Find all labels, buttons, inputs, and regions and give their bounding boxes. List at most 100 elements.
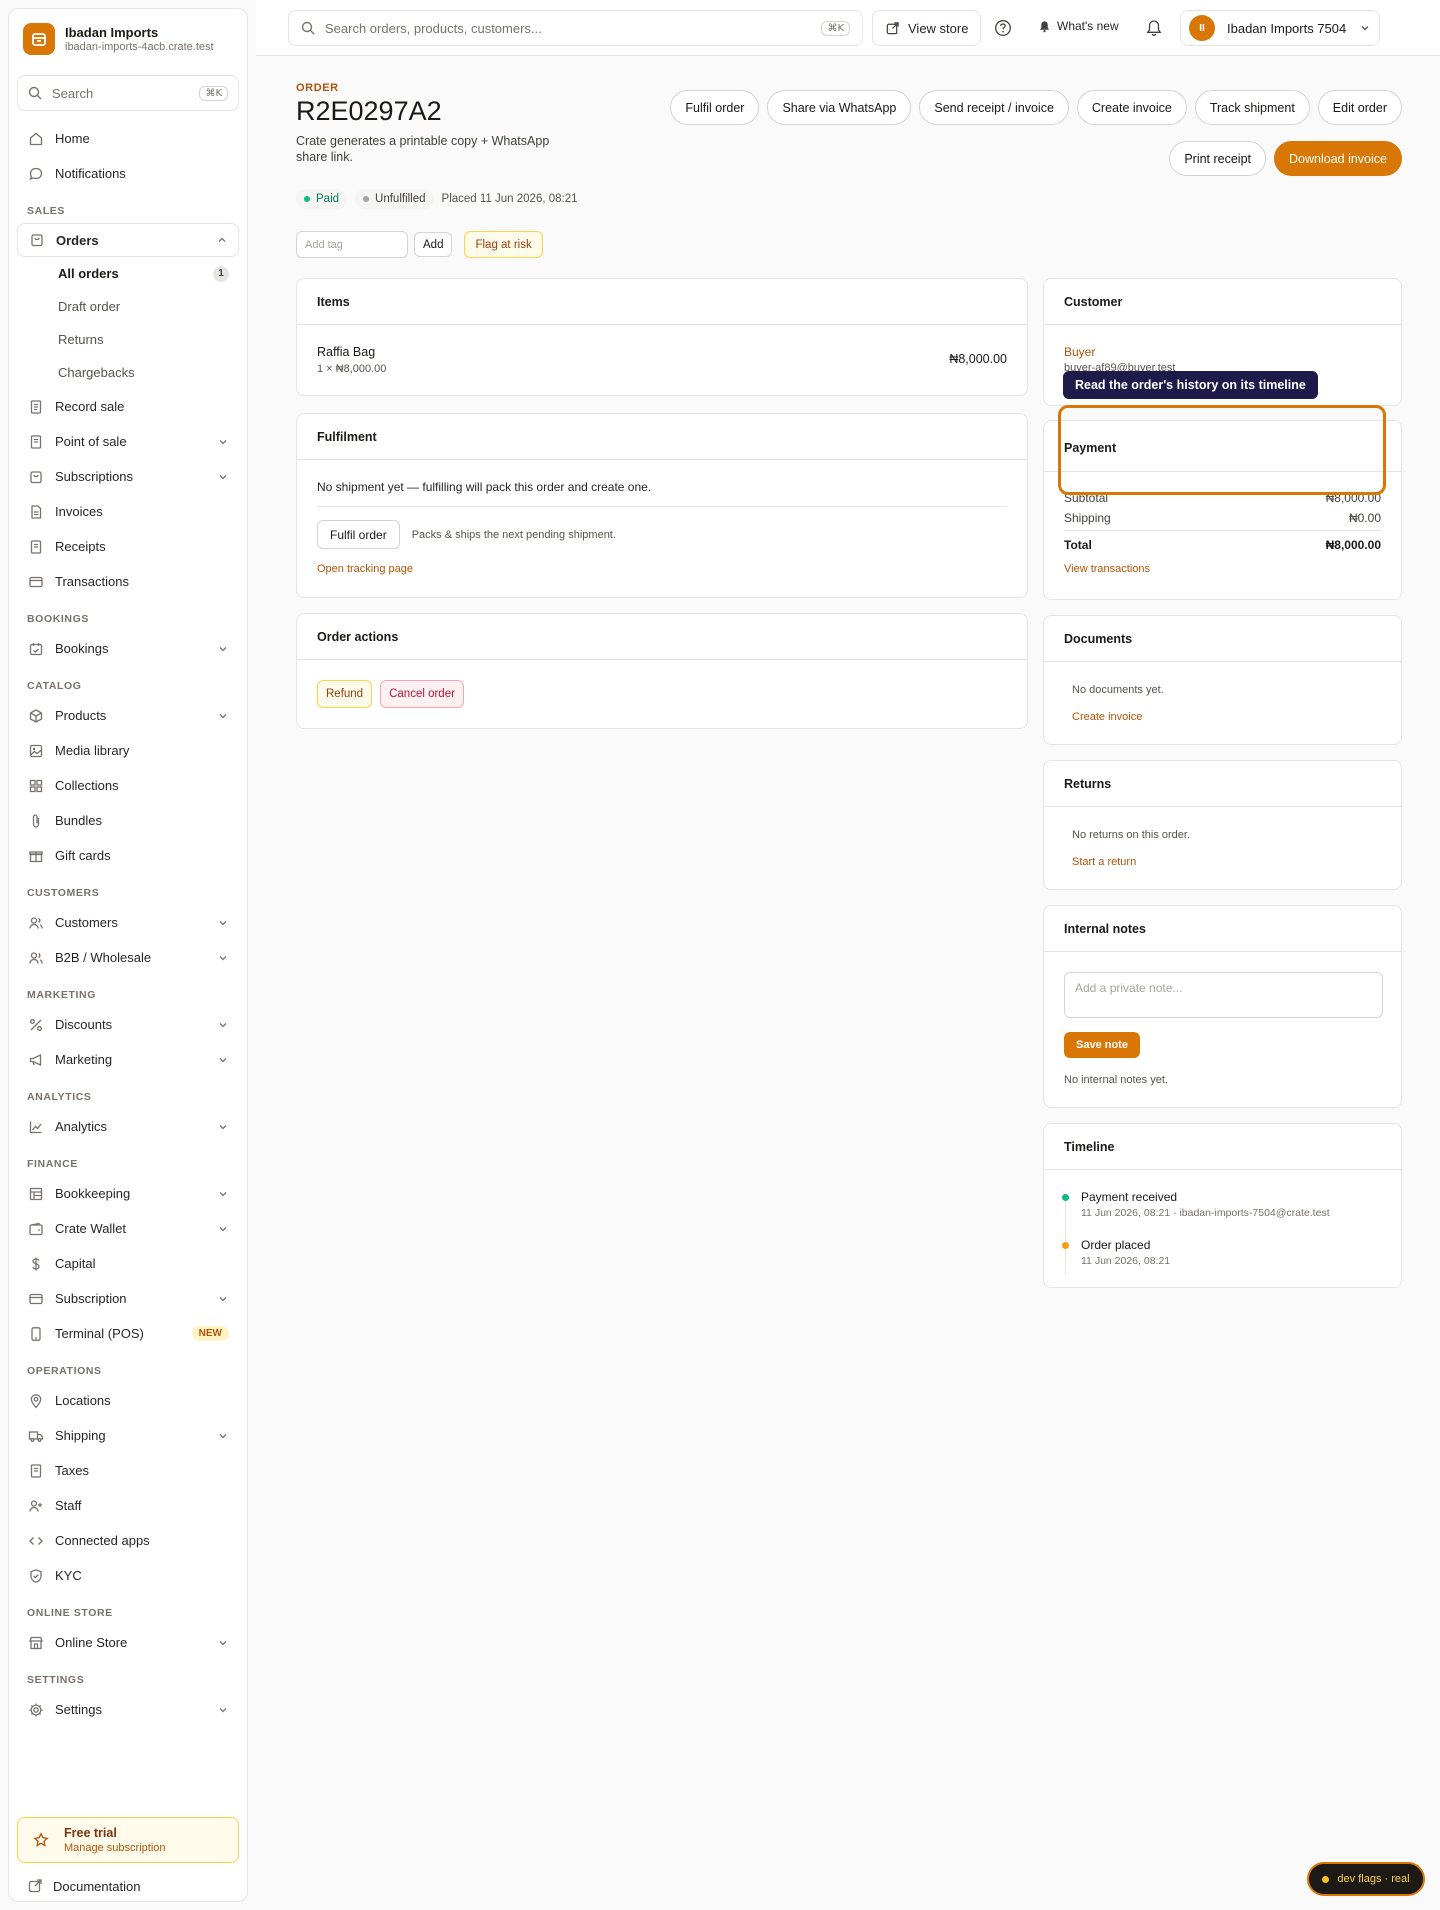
sidebar-subitem-chargebacks[interactable]: Chargebacks xyxy=(17,356,239,389)
sidebar-item-settings[interactable]: Settings xyxy=(17,1692,239,1727)
sidebar-item-orders[interactable]: Orders xyxy=(17,223,239,257)
receipt-icon xyxy=(27,398,45,416)
open-tracking-page-link[interactable]: Open tracking page xyxy=(317,563,413,575)
sidebar-item-locations[interactable]: Locations xyxy=(17,1383,239,1418)
download-invoice-button[interactable]: Download invoice xyxy=(1274,141,1402,176)
line-chart-icon xyxy=(27,1118,45,1136)
order-actions-card: Order actions Refund Cancel order xyxy=(296,613,1028,729)
flag-at-risk-button[interactable]: Flag at risk xyxy=(464,231,543,258)
sidebar-item-record-sale[interactable]: Record sale xyxy=(17,389,239,424)
sidebar-item-kyc[interactable]: KYC xyxy=(17,1558,239,1593)
track-shipment-button[interactable]: Track shipment xyxy=(1194,90,1310,125)
sidebar-item-notifications[interactable]: Notifications xyxy=(17,156,239,191)
status-dot-icon xyxy=(304,196,310,202)
sidebar-item-products[interactable]: Products xyxy=(17,698,239,733)
whats-new-button[interactable]: What's new xyxy=(1038,19,1119,33)
brand-domain: ibadan-imports-4acb.crate.test xyxy=(65,41,214,53)
edit-order-button[interactable]: Edit order xyxy=(1317,90,1402,125)
fulfil-order-card-button[interactable]: Fulfil order xyxy=(317,520,400,549)
sidebar-item-label: Receipts xyxy=(55,539,106,554)
sidebar-item-point-of-sale[interactable]: Point of sale xyxy=(17,424,239,459)
customer-name-link[interactable]: Buyer xyxy=(1064,345,1095,359)
document-icon xyxy=(27,503,45,521)
search-icon xyxy=(301,21,315,35)
sidebar-subitem-returns[interactable]: Returns xyxy=(17,323,239,356)
brand[interactable]: Ibadan Imports ibadan-imports-4acb.crate… xyxy=(9,9,247,65)
sidebar-item-home[interactable]: Home xyxy=(17,121,239,156)
item-total: ₦8,000.00 xyxy=(949,352,1007,366)
timeline-event-meta: 11 Jun 2026, 08:21 xyxy=(1081,1255,1171,1267)
sidebar-item-subscription[interactable]: Subscription xyxy=(17,1281,239,1316)
customer-card-title: Customer xyxy=(1044,279,1401,325)
print-receipt-button[interactable]: Print receipt xyxy=(1169,141,1267,176)
sidebar-subitem-all-orders[interactable]: All orders 1 xyxy=(17,257,239,290)
sidebar-item-bookkeeping[interactable]: Bookkeeping xyxy=(17,1176,239,1211)
save-note-button[interactable]: Save note xyxy=(1064,1032,1140,1058)
sidebar-item-receipts[interactable]: Receipts xyxy=(17,529,239,564)
view-transactions-link[interactable]: View transactions xyxy=(1064,563,1381,575)
cancel-order-button[interactable]: Cancel order xyxy=(380,680,464,708)
dev-flags-pill[interactable]: dev flags · real xyxy=(1307,1862,1425,1896)
sidebar-item-bookings[interactable]: Bookings xyxy=(17,631,239,666)
fulfilment-hint: Packs & ships the next pending shipment. xyxy=(411,528,616,541)
fulfil-order-button[interactable]: Fulfil order xyxy=(670,90,760,125)
sidebar-subitem-draft-order[interactable]: Draft order xyxy=(17,290,239,323)
sidebar-item-staff[interactable]: Staff xyxy=(17,1488,239,1523)
manage-subscription-link[interactable]: Manage subscription xyxy=(64,1842,166,1854)
whats-new-label: What's new xyxy=(1057,19,1119,33)
start-return-link[interactable]: Start a return xyxy=(1072,856,1136,868)
create-invoice-link[interactable]: Create invoice xyxy=(1072,711,1142,723)
receipt-icon xyxy=(27,433,45,451)
sidebar-item-analytics[interactable]: Analytics xyxy=(17,1109,239,1144)
sidebar-item-terminal-pos[interactable]: Terminal (POS) NEW xyxy=(17,1316,239,1351)
returns-card-title: Returns xyxy=(1044,761,1401,807)
add-tag-button[interactable]: Add xyxy=(414,232,453,257)
refund-button[interactable]: Refund xyxy=(317,680,373,708)
sidebar-item-crate-wallet[interactable]: Crate Wallet xyxy=(17,1211,239,1246)
avatar: II xyxy=(1189,15,1215,41)
sidebar-item-label: Point of sale xyxy=(55,434,127,449)
timeline-card: Timeline Payment received 11 Jun 2026, 0… xyxy=(1043,1123,1402,1288)
sidebar-item-transactions[interactable]: Transactions xyxy=(17,564,239,599)
bag-icon xyxy=(28,231,46,249)
sidebar-item-bundles[interactable]: Bundles xyxy=(17,803,239,838)
timeline-rail xyxy=(1065,1194,1066,1274)
sidebar-item-customers[interactable]: Customers xyxy=(17,905,239,940)
sidebar-search[interactable]: Search ⌘K xyxy=(17,75,239,111)
sidebar-item-label: Discounts xyxy=(55,1017,113,1032)
create-invoice-button[interactable]: Create invoice xyxy=(1076,90,1187,125)
section-label-marketing: MARKETING xyxy=(27,989,96,1001)
view-store-button[interactable]: View store xyxy=(872,10,982,46)
sidebar-item-marketing[interactable]: Marketing xyxy=(17,1042,239,1077)
sidebar-item-connected-apps[interactable]: Connected apps xyxy=(17,1523,239,1558)
private-note-textarea[interactable]: Add a private note... xyxy=(1064,972,1383,1018)
sidebar-item-collections[interactable]: Collections xyxy=(17,768,239,803)
sidebar-item-b2b-wholesale[interactable]: B2B / Wholesale xyxy=(17,940,239,975)
free-trial-card[interactable]: Free trial Manage subscription xyxy=(17,1817,239,1863)
sidebar-item-invoices[interactable]: Invoices xyxy=(17,494,239,529)
paperclip-icon xyxy=(27,812,45,830)
sidebar-item-shipping[interactable]: Shipping xyxy=(17,1418,239,1453)
documentation-link[interactable]: Documentation xyxy=(17,1871,239,1901)
sidebar-item-capital[interactable]: Capital xyxy=(17,1246,239,1281)
brand-name: Ibadan Imports xyxy=(65,25,159,40)
sidebar-item-label: Bookings xyxy=(55,641,109,656)
share-whatsapp-button[interactable]: Share via WhatsApp xyxy=(767,90,912,125)
global-search-input[interactable]: Search orders, products, customers... ⌘K xyxy=(288,10,863,46)
sidebar-item-subscriptions[interactable]: Subscriptions xyxy=(17,459,239,494)
sidebar-item-online-store[interactable]: Online Store xyxy=(17,1625,239,1660)
sidebar-item-taxes[interactable]: Taxes xyxy=(17,1453,239,1488)
sidebar-item-gift-cards[interactable]: Gift cards xyxy=(17,838,239,873)
sidebar-item-media-library[interactable]: Media library xyxy=(17,733,239,768)
account-switcher[interactable]: II Ibadan Imports 7504 xyxy=(1180,10,1380,46)
sidebar-item-discounts[interactable]: Discounts xyxy=(17,1007,239,1042)
top-bar: Search orders, products, customers... ⌘K… xyxy=(256,0,1440,56)
help-icon[interactable] xyxy=(992,17,1014,39)
item-name: Raffia Bag xyxy=(317,345,376,359)
new-badge: NEW xyxy=(191,1326,229,1341)
returns-empty: No returns on this order. xyxy=(1072,829,1191,841)
send-receipt-button[interactable]: Send receipt / invoice xyxy=(919,90,1069,125)
section-label-bookings: BOOKINGS xyxy=(27,613,89,625)
bell-icon[interactable] xyxy=(1143,17,1165,39)
add-tag-input[interactable]: Add tag xyxy=(296,231,408,258)
